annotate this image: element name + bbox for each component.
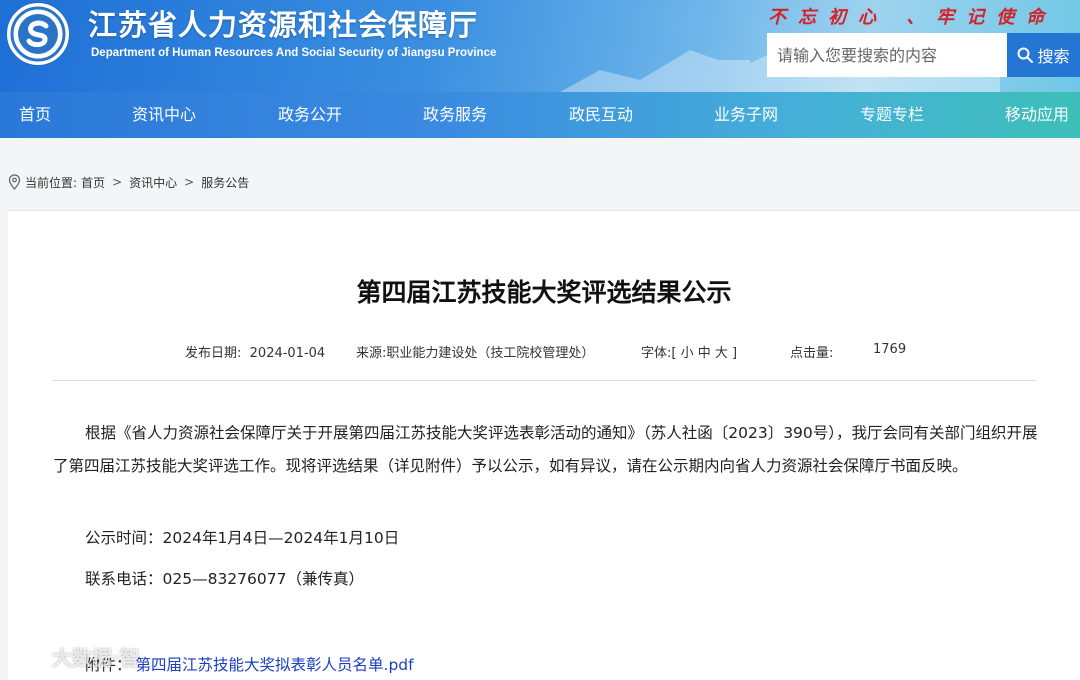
breadcrumb-prefix: 当前位置:	[25, 175, 78, 190]
font-size-control: 字体:[ 小 中 大 ]	[641, 342, 737, 361]
site-logo[interactable]	[7, 3, 69, 65]
search-button[interactable]: 搜索	[1007, 33, 1080, 77]
emblem-icon	[10, 6, 66, 62]
breadcrumb-separator: >	[112, 175, 123, 189]
publish-date-label: 发布日期:	[185, 346, 242, 361]
nav-item-home[interactable]: 首页	[19, 92, 51, 138]
article-title: 第四届江苏技能大奖评选结果公示	[356, 278, 732, 307]
article-card: 第四届江苏技能大奖评选结果公示 发布日期: 2024-01-04 来源:职业能力…	[8, 210, 1080, 680]
main-nav: 首页 资讯中心 政务公开 政务服务 政民互动 业务子网 专题专栏 移动应用	[0, 92, 1080, 138]
site-header: 江苏省人力资源和社会保障厅 Department of Human Resour…	[0, 0, 1080, 92]
location-pin-icon	[8, 174, 21, 190]
breadcrumb-announcements[interactable]: 服务公告	[201, 174, 249, 191]
article-paragraph: 联系电话：025—83276077（兼传真）	[85, 570, 364, 588]
site-title: 江苏省人力资源和社会保障厅	[88, 8, 479, 42]
publish-date-value: 2024-01-04	[249, 346, 326, 361]
source-value: 职业能力建设处（技工院校管理处）	[386, 346, 595, 361]
watermark-logo-icon	[10, 647, 46, 664]
nav-item-public-affairs[interactable]: 政务公开	[278, 92, 342, 138]
slogan: 不忘初心 、牢记使命	[768, 7, 1057, 28]
article-paragraph: 公示时间：2024年1月4日—2024年1月10日	[85, 529, 400, 547]
search-input[interactable]	[767, 33, 1007, 77]
article-paragraph: 根据《省人力资源社会保障厅关于开展第四届江苏技能大奖评选表彰活动的通知》（苏人社…	[53, 424, 1038, 475]
watermark-text: 大数据·智	[52, 646, 140, 670]
nav-item-interaction[interactable]: 政民互动	[569, 92, 633, 138]
font-size-label: 字体:	[641, 346, 672, 361]
watermark: 大数据·智	[8, 642, 140, 671]
breadcrumb-separator: >	[184, 175, 195, 189]
publish-date: 发布日期: 2024-01-04	[185, 342, 325, 361]
breadcrumb-home[interactable]: 首页	[81, 174, 105, 191]
source-label: 来源:	[356, 346, 387, 361]
nav-item-topics[interactable]: 专题专栏	[860, 92, 924, 138]
nav-item-mobile[interactable]: 移动应用	[1005, 92, 1069, 138]
nav-item-news[interactable]: 资讯中心	[132, 92, 196, 138]
search-icon	[1017, 47, 1034, 63]
search-button-label: 搜索	[1037, 47, 1070, 66]
divider	[53, 380, 1036, 381]
nav-item-gov-services[interactable]: 政务服务	[423, 92, 487, 138]
article-source: 来源:职业能力建设处（技工院校管理处）	[356, 342, 594, 361]
nav-item-sub-sites[interactable]: 业务子网	[714, 92, 778, 138]
attachment-link[interactable]: 第四届江苏技能大奖拟表彰人员名单.pdf	[136, 653, 414, 675]
view-count: 点击量:	[790, 342, 833, 361]
view-count-value: 1769	[873, 342, 907, 357]
site-subtitle: Department of Human Resources And Social…	[91, 47, 497, 59]
breadcrumb: 当前位置: 首页 > 资讯中心 > 服务公告	[8, 173, 249, 191]
breadcrumb-news[interactable]: 资讯中心	[129, 174, 177, 191]
view-count-label: 点击量:	[790, 346, 834, 361]
font-size-options[interactable]: [ 小 中 大 ]	[671, 346, 737, 361]
